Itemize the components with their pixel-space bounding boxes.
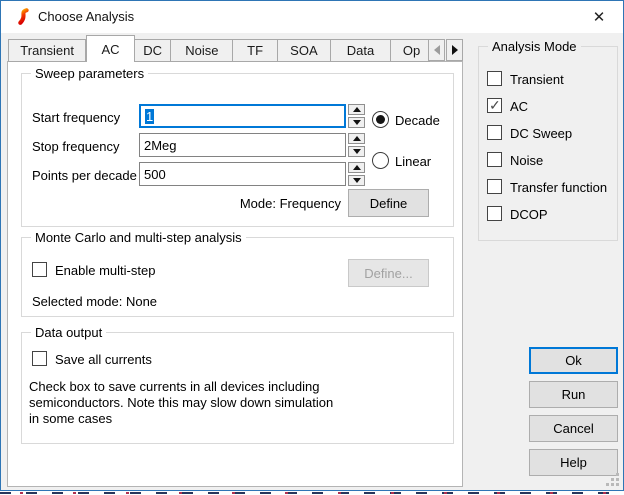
spin-down-icon[interactable] bbox=[348, 175, 365, 186]
choose-analysis-dialog: Choose Analysis ✕ Transient AC DC Noise … bbox=[0, 0, 624, 491]
stop-frequency-value: 2Meg bbox=[144, 137, 177, 153]
tab-scroll-left-icon[interactable] bbox=[428, 39, 445, 61]
title-bar: Choose Analysis ✕ bbox=[1, 1, 623, 33]
mode-frequency-label: Mode: Frequency bbox=[239, 196, 341, 211]
analysis-mode-legend: Analysis Mode bbox=[488, 39, 581, 54]
spin-down-icon[interactable] bbox=[348, 117, 365, 128]
save-all-currents-label: Save all currents bbox=[55, 352, 152, 367]
decade-radio[interactable] bbox=[372, 111, 389, 128]
sweep-parameters-legend: Sweep parameters bbox=[31, 66, 149, 81]
spin-up-icon[interactable] bbox=[348, 133, 365, 144]
run-button[interactable]: Run bbox=[529, 381, 618, 408]
analysis-mode-group: Analysis Mode bbox=[478, 39, 618, 241]
window-title: Choose Analysis bbox=[38, 9, 135, 24]
background-window-edge bbox=[0, 491, 624, 495]
spin-down-icon[interactable] bbox=[348, 146, 365, 157]
multi-step-define-button[interactable]: Define... bbox=[348, 259, 429, 287]
save-all-currents-checkbox[interactable] bbox=[32, 351, 47, 366]
enable-multi-step-label: Enable multi-step bbox=[55, 263, 156, 278]
points-per-decade-value: 500 bbox=[144, 166, 166, 182]
screen: { "window": { "title": "Choose Analysis"… bbox=[0, 0, 624, 495]
start-frequency-input[interactable]: 1 bbox=[139, 104, 346, 128]
close-icon[interactable]: ✕ bbox=[579, 1, 619, 32]
points-per-decade-spinner bbox=[348, 162, 365, 186]
selected-mode-label: Selected mode: None bbox=[32, 294, 158, 309]
help-button[interactable]: Help bbox=[529, 449, 618, 476]
stop-frequency-input[interactable]: 2Meg bbox=[139, 133, 346, 157]
data-output-legend: Data output bbox=[31, 325, 107, 340]
tab-bar: Transient AC DC Noise TF SOA Data Op bbox=[8, 35, 430, 62]
tab-noise[interactable]: Noise bbox=[171, 39, 234, 62]
simetrix-logo-icon bbox=[18, 8, 29, 25]
tab-tf[interactable]: TF bbox=[233, 39, 278, 62]
tab-scroll-right-icon[interactable] bbox=[446, 39, 463, 61]
tab-soa[interactable]: SOA bbox=[277, 39, 331, 62]
start-frequency-spinner bbox=[348, 104, 365, 128]
spin-up-icon[interactable] bbox=[348, 162, 365, 173]
cancel-button[interactable]: Cancel bbox=[529, 415, 618, 442]
start-frequency-label: Start frequency bbox=[32, 110, 121, 125]
define-button[interactable]: Define bbox=[348, 189, 429, 217]
tab-transient[interactable]: Transient bbox=[8, 39, 87, 62]
points-per-decade-label: Points per decade bbox=[32, 168, 137, 183]
tab-ac[interactable]: AC bbox=[86, 35, 135, 62]
start-frequency-value: 1 bbox=[145, 108, 155, 124]
spin-up-icon[interactable] bbox=[348, 104, 365, 115]
enable-multi-step-checkbox[interactable] bbox=[32, 262, 47, 277]
tab-data[interactable]: Data bbox=[330, 39, 391, 62]
decade-radio-label: Decade bbox=[395, 113, 440, 128]
monte-carlo-legend: Monte Carlo and multi-step analysis bbox=[31, 230, 246, 245]
stop-frequency-label: Stop frequency bbox=[32, 139, 120, 154]
data-output-note: Check box to save currents in all device… bbox=[29, 379, 334, 426]
tab-options[interactable]: Op bbox=[390, 39, 430, 62]
linear-radio-label: Linear bbox=[395, 154, 432, 169]
tab-dc[interactable]: DC bbox=[134, 39, 172, 62]
background-schematic-pattern bbox=[0, 492, 624, 494]
linear-radio[interactable] bbox=[372, 152, 389, 169]
resize-grip[interactable] bbox=[606, 473, 619, 486]
ok-button[interactable]: Ok bbox=[529, 347, 618, 374]
stop-frequency-spinner bbox=[348, 133, 365, 157]
points-per-decade-input[interactable]: 500 bbox=[139, 162, 346, 186]
